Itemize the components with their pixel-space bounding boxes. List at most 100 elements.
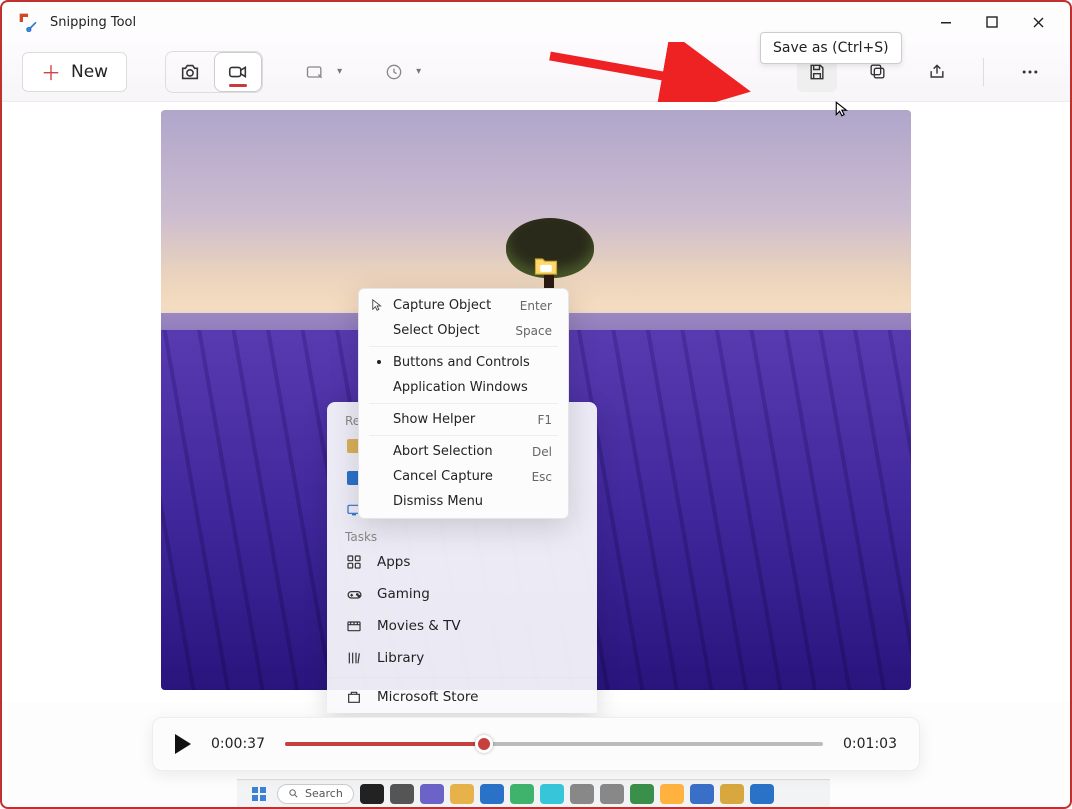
menu-separator	[369, 435, 558, 436]
list-item[interactable]: Library	[327, 642, 597, 674]
taskbar-app-icon[interactable]	[570, 784, 594, 804]
list-item[interactable]: Gaming	[327, 578, 597, 610]
list-item[interactable]: Microsoft Store	[327, 681, 597, 713]
menu-item-label: Dismiss Menu	[393, 494, 483, 509]
menu-item[interactable]: Capture Object Enter	[363, 293, 564, 318]
menu-item[interactable]: Abort Selection Del	[363, 439, 564, 464]
playback-bar: 0:00:37 0:01:03	[152, 717, 920, 771]
taskbar-app-icon[interactable]	[720, 784, 744, 804]
tasks-header: Tasks	[327, 526, 597, 546]
menu-item-shortcut: F1	[537, 413, 552, 427]
menu-item-shortcut: Enter	[520, 299, 552, 313]
menu-item-label: Abort Selection	[393, 444, 493, 459]
play-button[interactable]	[175, 734, 191, 754]
delay-button[interactable]	[374, 52, 414, 92]
menu-item[interactable]: Show Helper F1	[363, 407, 564, 432]
menu-item-label: Show Helper	[393, 412, 475, 427]
menu-item-label: Cancel Capture	[393, 469, 493, 484]
list-item-label: Gaming	[377, 586, 430, 602]
chevron-down-icon[interactable]: ▾	[416, 66, 421, 77]
divider	[983, 58, 984, 86]
taskbar-app-icon[interactable]	[690, 784, 714, 804]
taskbar-app-icon[interactable]	[360, 784, 384, 804]
apps-icon	[345, 553, 363, 571]
maximize-button[interactable]	[970, 7, 1014, 37]
total-time: 0:01:03	[843, 736, 897, 752]
app-title: Snipping Tool	[50, 15, 924, 30]
list-item-label: Apps	[377, 554, 410, 570]
list-item[interactable]: Apps	[327, 546, 597, 578]
taskbar-app-icon[interactable]	[480, 784, 504, 804]
menu-item-shortcut: Space	[515, 324, 552, 338]
store-icon	[345, 688, 363, 706]
menu-item[interactable]: Cancel Capture Esc	[363, 464, 564, 489]
menu-item-label: Buttons and Controls	[393, 355, 530, 370]
menu-item-label: Select Object	[393, 323, 480, 338]
search-icon	[288, 788, 299, 799]
start-icon[interactable]	[247, 784, 271, 804]
rectangle-icon	[305, 62, 325, 82]
list-item-label: Movies & TV	[377, 618, 461, 634]
scrubber-fill	[285, 742, 484, 746]
menu-item[interactable]: Dismiss Menu	[363, 489, 564, 514]
mouse-cursor	[834, 100, 852, 118]
ellipsis-icon	[1020, 62, 1040, 82]
save-tooltip: Save as (Ctrl+S)	[760, 32, 902, 64]
clock-icon	[384, 62, 404, 82]
toolbar: ＋ New ▾ ▾	[2, 42, 1070, 102]
movies-icon	[345, 617, 363, 635]
taskbar: Search	[237, 779, 830, 807]
camera-icon	[179, 61, 201, 83]
menu-separator	[369, 403, 558, 404]
taskbar-app-icon[interactable]	[420, 784, 444, 804]
capture-mode-group	[165, 51, 263, 93]
chevron-down-icon[interactable]: ▾	[337, 66, 342, 77]
new-button[interactable]: ＋ New	[22, 52, 127, 92]
taskbar-app-icon[interactable]	[600, 784, 624, 804]
taskbar-app-icon[interactable]	[750, 784, 774, 804]
gamepad-icon	[345, 585, 363, 603]
taskbar-app-icon[interactable]	[630, 784, 654, 804]
list-item-label: Library	[377, 650, 424, 666]
more-button[interactable]	[1010, 52, 1050, 92]
menu-separator	[369, 346, 558, 347]
menu-item-shortcut: Del	[532, 445, 552, 459]
menu-item[interactable]: Application Windows	[363, 375, 564, 400]
bullet-icon	[377, 360, 381, 364]
taskbar-app-icon[interactable]	[450, 784, 474, 804]
list-item[interactable]: Movies & TV	[327, 610, 597, 642]
menu-item[interactable]: Select Object Space	[363, 318, 564, 343]
save-icon	[807, 62, 827, 82]
app-icon	[18, 12, 38, 32]
library-icon	[345, 649, 363, 667]
close-button[interactable]	[1016, 7, 1060, 37]
video-camera-icon	[227, 61, 249, 83]
taskbar-app-icon[interactable]	[540, 784, 564, 804]
taskbar-app-icon[interactable]	[510, 784, 534, 804]
menu-item-label: Application Windows	[393, 380, 528, 395]
plus-icon: ＋	[41, 57, 61, 86]
scrubber[interactable]	[285, 742, 823, 746]
menu-item-label: Capture Object	[393, 298, 491, 313]
video-mode-button[interactable]	[214, 52, 262, 92]
share-icon	[927, 62, 947, 82]
photo-mode-button[interactable]	[166, 52, 214, 92]
taskbar-app-icon[interactable]	[390, 784, 414, 804]
title-bar: Snipping Tool	[2, 2, 1070, 42]
taskbar-search[interactable]: Search	[277, 784, 354, 804]
minimize-button[interactable]	[924, 7, 968, 37]
context-menu: Capture Object Enter Select Object Space…	[358, 288, 569, 519]
taskbar-search-label: Search	[305, 787, 343, 800]
snip-shape-button[interactable]	[295, 52, 335, 92]
current-time: 0:00:37	[211, 736, 265, 752]
share-button[interactable]	[917, 52, 957, 92]
folder-icon	[529, 252, 563, 280]
menu-item-shortcut: Esc	[532, 470, 552, 484]
taskbar-app-icon[interactable]	[660, 784, 684, 804]
scrubber-knob[interactable]	[475, 735, 493, 753]
menu-item[interactable]: Buttons and Controls	[363, 350, 564, 375]
list-item-label: Microsoft Store	[377, 689, 478, 705]
new-button-label: New	[71, 62, 108, 82]
copy-icon	[868, 62, 887, 81]
cursor-icon	[371, 298, 385, 312]
